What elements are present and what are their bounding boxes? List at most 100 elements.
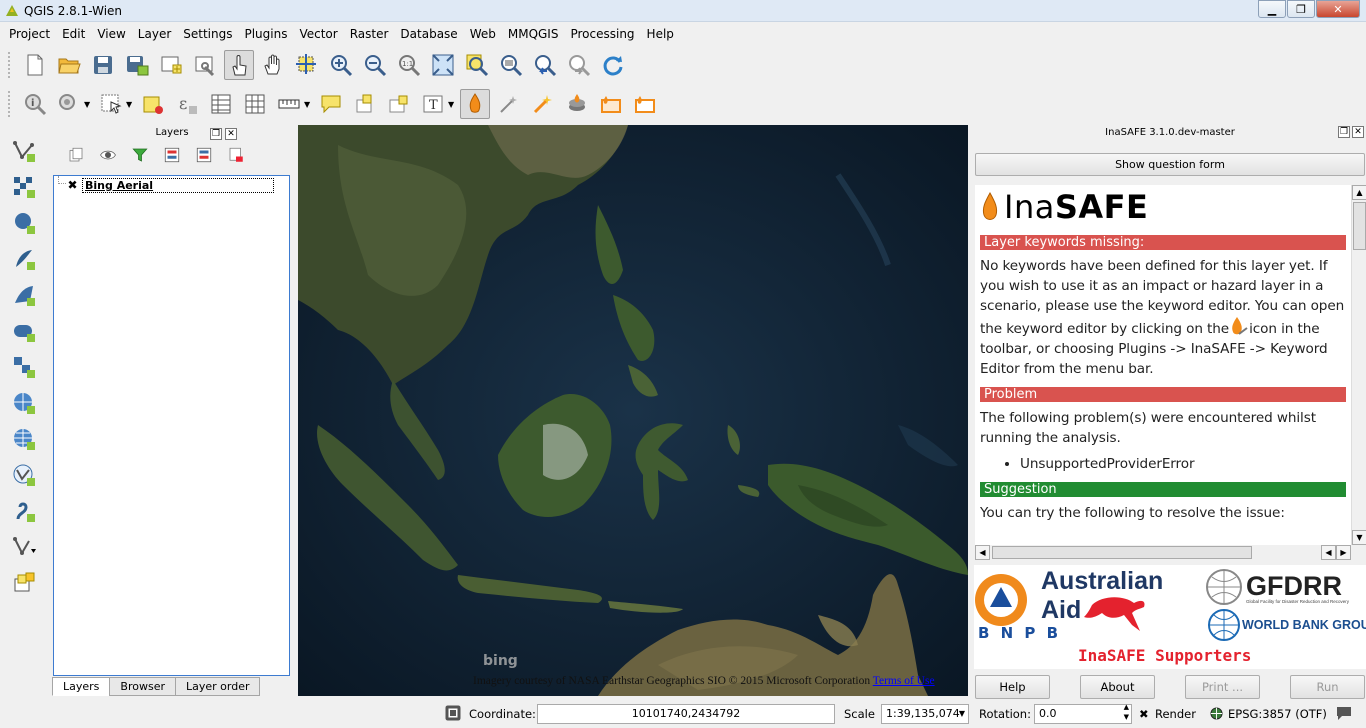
toolbar-handle[interactable] — [8, 91, 12, 117]
identify-icon[interactable]: i — [20, 89, 50, 119]
report-vertical-scrollbar[interactable]: ▲ ▼ — [1351, 185, 1366, 545]
scroll-left-arrow-icon[interactable]: ◀ — [1321, 545, 1336, 560]
scroll-left-arrow-icon[interactable]: ◀ — [975, 545, 990, 560]
zoom-out-icon[interactable] — [360, 50, 390, 80]
zoom-to-selection-icon[interactable] — [462, 50, 492, 80]
inasafe-dock-icon[interactable] — [528, 89, 558, 119]
inasafe-extent-icon[interactable] — [596, 89, 626, 119]
close-button[interactable]: ✕ — [1316, 0, 1360, 18]
new-print-composer-icon[interactable] — [156, 50, 186, 80]
dropdown-arrow-icon[interactable]: ▼ — [84, 100, 92, 109]
hscroll-thumb[interactable] — [992, 546, 1252, 559]
show-bookmarks-icon[interactable] — [384, 89, 414, 119]
crs-status[interactable]: EPSG:3857 (OTF) — [1228, 707, 1327, 721]
map-canvas[interactable]: bing Imagery courtesy of NASA Earthstar … — [298, 125, 968, 696]
add-vector-layer-icon[interactable] — [9, 136, 39, 166]
menu-raster[interactable]: Raster — [344, 27, 395, 41]
menu-edit[interactable]: Edit — [56, 27, 91, 41]
about-button[interactable]: About — [1080, 675, 1155, 699]
scroll-thumb[interactable] — [1353, 202, 1366, 250]
render-checkbox[interactable]: ✖ — [1139, 707, 1149, 721]
add-layer-group-icon[interactable] — [9, 568, 39, 598]
toggle-extents-icon[interactable] — [442, 702, 464, 724]
deselect-icon[interactable] — [138, 89, 168, 119]
add-group-icon[interactable] — [63, 143, 89, 167]
scroll-right-arrow-icon[interactable]: ▶ — [1336, 545, 1351, 560]
menu-processing[interactable]: Processing — [564, 27, 640, 41]
remove-layer-icon[interactable] — [223, 143, 249, 167]
zoom-native-icon[interactable]: 1:1 — [394, 50, 424, 80]
menu-settings[interactable]: Settings — [177, 27, 238, 41]
statistical-summary-icon[interactable] — [240, 89, 270, 119]
pan-icon[interactable] — [258, 50, 288, 80]
dropdown-arrow-icon[interactable]: ▼ — [448, 100, 456, 109]
inasafe-wizard-icon[interactable] — [494, 89, 524, 119]
add-delimited-text-icon[interactable] — [9, 460, 39, 490]
add-raster-layer-icon[interactable] — [9, 172, 39, 202]
inasafe-clip-icon[interactable] — [630, 89, 660, 119]
scale-combobox[interactable]: 1:39,135,074 ▼ — [881, 704, 969, 724]
select-features-icon[interactable] — [96, 89, 126, 119]
chevron-down-icon[interactable]: ▼ — [959, 705, 965, 723]
add-postgis-layer-icon[interactable] — [9, 208, 39, 238]
tab-layers[interactable]: Layers — [52, 677, 111, 696]
rotation-spinbox[interactable]: 0.0 ▲ ▼ — [1034, 703, 1132, 724]
tab-browser[interactable]: Browser — [109, 677, 176, 696]
menu-layer[interactable]: Layer — [132, 27, 177, 41]
print-button[interactable]: Print ... — [1185, 675, 1260, 699]
save-as-icon[interactable] — [122, 50, 152, 80]
zoom-next-icon[interactable] — [564, 50, 594, 80]
dropdown-arrow-icon[interactable]: ▼ — [126, 100, 134, 109]
pan-to-selection-icon[interactable] — [292, 50, 322, 80]
layer-name[interactable]: Bing Aerial — [82, 177, 274, 193]
help-button[interactable]: Help — [975, 675, 1050, 699]
menu-mmqgis[interactable]: MMQGIS — [502, 27, 565, 41]
menu-project[interactable]: Project — [3, 27, 56, 41]
touch-zoom-icon[interactable] — [224, 50, 254, 80]
new-project-icon[interactable] — [20, 50, 50, 80]
layer-item[interactable]: ✖ Bing Aerial — [66, 177, 274, 193]
field-calculator-icon[interactable]: ε — [172, 89, 202, 119]
zoom-to-layer-icon[interactable] — [496, 50, 526, 80]
add-oracle-layer-icon[interactable] — [9, 316, 39, 346]
menu-help[interactable]: Help — [641, 27, 680, 41]
add-wcs-layer-icon[interactable] — [9, 388, 39, 418]
filter-legend-icon[interactable] — [127, 143, 153, 167]
menu-view[interactable]: View — [91, 27, 131, 41]
zoom-in-icon[interactable] — [326, 50, 356, 80]
scroll-up-arrow-icon[interactable]: ▲ — [1352, 185, 1366, 200]
composer-manager-icon[interactable] — [190, 50, 220, 80]
report-horizontal-scrollbar[interactable]: ◀ ◀ ▶ — [975, 545, 1351, 560]
float-panel-button[interactable]: ❐ — [210, 128, 222, 140]
zoom-last-icon[interactable] — [530, 50, 560, 80]
measure-icon[interactable] — [274, 89, 304, 119]
crs-globe-icon[interactable] — [1210, 707, 1223, 723]
collapse-all-icon[interactable] — [191, 143, 217, 167]
scroll-down-arrow-icon[interactable]: ▼ — [1352, 530, 1366, 545]
tab-layer-order[interactable]: Layer order — [174, 677, 261, 696]
terms-of-use-link[interactable]: Terms of Use — [873, 675, 935, 687]
menu-vector[interactable]: Vector — [293, 27, 343, 41]
open-project-icon[interactable] — [54, 50, 84, 80]
layer-visibility-checkbox[interactable]: ✖ — [66, 179, 79, 192]
toolbar-handle[interactable] — [8, 52, 12, 78]
add-wms-layer-icon[interactable] — [9, 352, 39, 382]
menu-web[interactable]: Web — [464, 27, 502, 41]
save-project-icon[interactable] — [88, 50, 118, 80]
add-wfs-layer-icon[interactable] — [9, 424, 39, 454]
manage-visibility-icon[interactable] — [95, 143, 121, 167]
close-panel-button[interactable]: ✕ — [225, 128, 237, 140]
add-mssql-layer-icon[interactable] — [9, 280, 39, 310]
expand-all-icon[interactable] — [159, 143, 185, 167]
coordinate-field[interactable]: 10101740,2434792 — [537, 704, 835, 724]
add-spatialite-layer-icon[interactable] — [9, 244, 39, 274]
refresh-icon[interactable] — [598, 50, 628, 80]
new-bookmark-icon[interactable] — [350, 89, 380, 119]
dropdown-arrow-icon[interactable]: ▼ — [304, 100, 312, 109]
text-annotation-icon[interactable]: T — [418, 89, 448, 119]
show-question-form-button[interactable]: Show question form — [975, 153, 1365, 176]
zoom-full-icon[interactable] — [428, 50, 458, 80]
menu-plugins[interactable]: Plugins — [238, 27, 293, 41]
inasafe-batch-icon[interactable] — [562, 89, 592, 119]
minimize-button[interactable]: ▁ — [1258, 0, 1286, 18]
